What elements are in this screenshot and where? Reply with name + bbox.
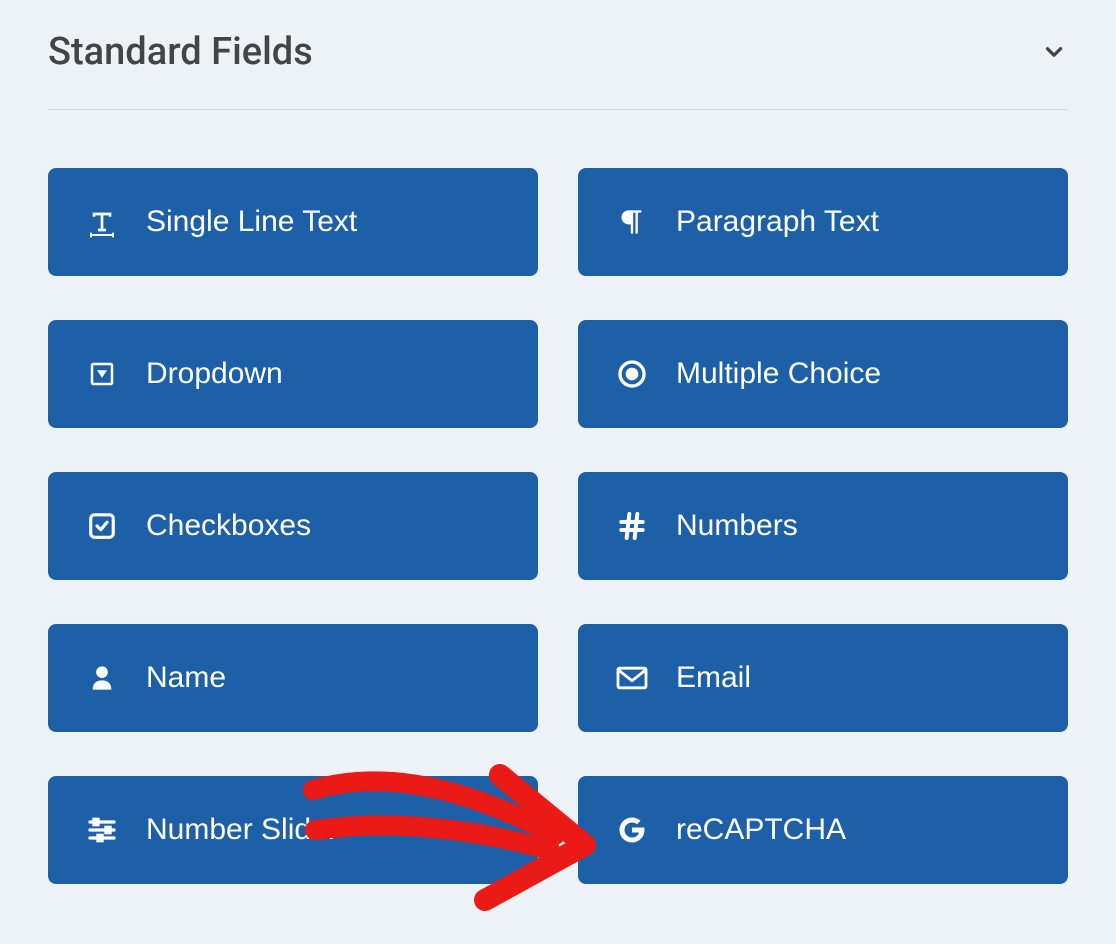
field-label: reCAPTCHA: [676, 813, 846, 847]
field-label: Paragraph Text: [676, 205, 879, 239]
field-paragraph-text[interactable]: Paragraph Text: [578, 168, 1068, 276]
field-dropdown[interactable]: Dropdown: [48, 320, 538, 428]
hash-icon: [614, 508, 650, 544]
chevron-down-icon: [1040, 38, 1068, 66]
google-icon: [614, 812, 650, 848]
checkbox-icon: [84, 508, 120, 544]
section-title: Standard Fields: [48, 30, 313, 74]
target-icon: [614, 356, 650, 392]
field-number-slider[interactable]: Number Slider: [48, 776, 538, 884]
section-header[interactable]: Standard Fields: [48, 20, 1068, 110]
fields-grid: Single Line Text Paragraph Text Dropdown: [48, 168, 1068, 884]
field-label: Email: [676, 661, 751, 695]
field-label: Single Line Text: [146, 205, 357, 239]
field-label: Numbers: [676, 509, 798, 543]
field-label: Number Slider: [146, 813, 338, 847]
field-email[interactable]: Email: [578, 624, 1068, 732]
envelope-icon: [614, 660, 650, 696]
field-label: Checkboxes: [146, 509, 311, 543]
field-label: Multiple Choice: [676, 357, 881, 391]
dropdown-icon: [84, 356, 120, 392]
text-icon: [84, 204, 120, 240]
field-label: Dropdown: [146, 357, 283, 391]
field-numbers[interactable]: Numbers: [578, 472, 1068, 580]
field-checkboxes[interactable]: Checkboxes: [48, 472, 538, 580]
field-name[interactable]: Name: [48, 624, 538, 732]
field-recaptcha[interactable]: reCAPTCHA: [578, 776, 1068, 884]
field-label: Name: [146, 661, 226, 695]
person-icon: [84, 660, 120, 696]
sliders-icon: [84, 812, 120, 848]
field-single-line-text[interactable]: Single Line Text: [48, 168, 538, 276]
paragraph-icon: [614, 204, 650, 240]
field-multiple-choice[interactable]: Multiple Choice: [578, 320, 1068, 428]
